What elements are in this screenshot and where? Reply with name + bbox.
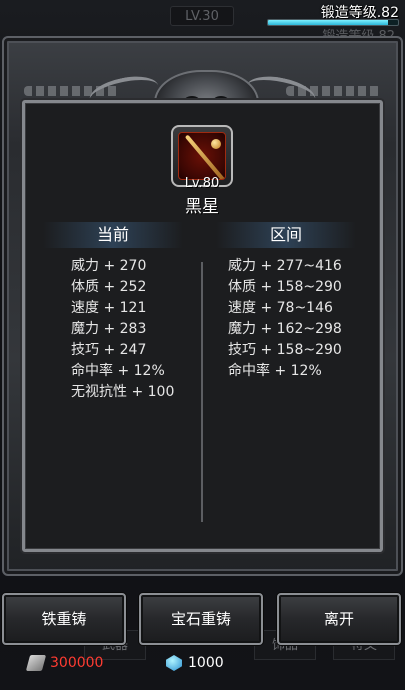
current-stat-ignore-resist: 无视抗性 + 100 bbox=[71, 384, 175, 400]
item-level: Lv.80 bbox=[184, 176, 220, 191]
leave-button[interactable]: 离开 bbox=[277, 593, 401, 645]
forge-progress-fill bbox=[268, 20, 388, 25]
current-column-header: 当前 bbox=[43, 222, 183, 248]
current-stat-speed: 速度 + 121 bbox=[71, 300, 147, 316]
current-stats-list: 威力 + 270 体质 + 252 速度 + 121 魔力 + 283 技巧 +… bbox=[71, 256, 174, 403]
range-stat-skill: 技巧 + 158~290 bbox=[228, 342, 342, 358]
background-level-label: LV.30 bbox=[170, 6, 234, 26]
current-stat-magic: 魔力 + 283 bbox=[71, 321, 147, 337]
item-name: 黑星 bbox=[185, 197, 219, 217]
range-stat-magic: 魔力 + 162~298 bbox=[228, 321, 342, 337]
range-stat-speed: 速度 + 78~146 bbox=[228, 300, 333, 316]
range-column-header: 区间 bbox=[216, 222, 356, 248]
current-stat-skill: 技巧 + 247 bbox=[71, 342, 147, 358]
gold-amount: 300000 bbox=[50, 655, 104, 671]
gold-currency: 300000 bbox=[25, 652, 104, 674]
range-stat-power: 威力 + 277~416 bbox=[228, 258, 342, 274]
gem-recast-button[interactable]: 宝石重铸 bbox=[139, 593, 263, 645]
diamond-icon bbox=[166, 655, 182, 671]
current-stat-constitution: 体质 + 252 bbox=[71, 279, 147, 295]
column-divider bbox=[201, 262, 203, 522]
forge-progress-bar bbox=[267, 19, 399, 26]
iron-recast-button[interactable]: 铁重铸 bbox=[2, 593, 126, 645]
current-stat-power: 威力 + 270 bbox=[71, 258, 147, 274]
range-stats-list: 威力 + 277~416 体质 + 158~290 速度 + 78~146 魔力… bbox=[228, 256, 342, 382]
current-stat-hit-rate: 命中率 + 12% bbox=[71, 363, 165, 379]
diamond-amount: 1000 bbox=[188, 655, 224, 671]
range-stat-constitution: 体质 + 158~290 bbox=[228, 279, 342, 295]
diamond-currency: 1000 bbox=[166, 652, 224, 674]
iron-ore-icon bbox=[25, 655, 47, 671]
range-stat-hit-rate: 命中率 + 12% bbox=[228, 363, 322, 379]
